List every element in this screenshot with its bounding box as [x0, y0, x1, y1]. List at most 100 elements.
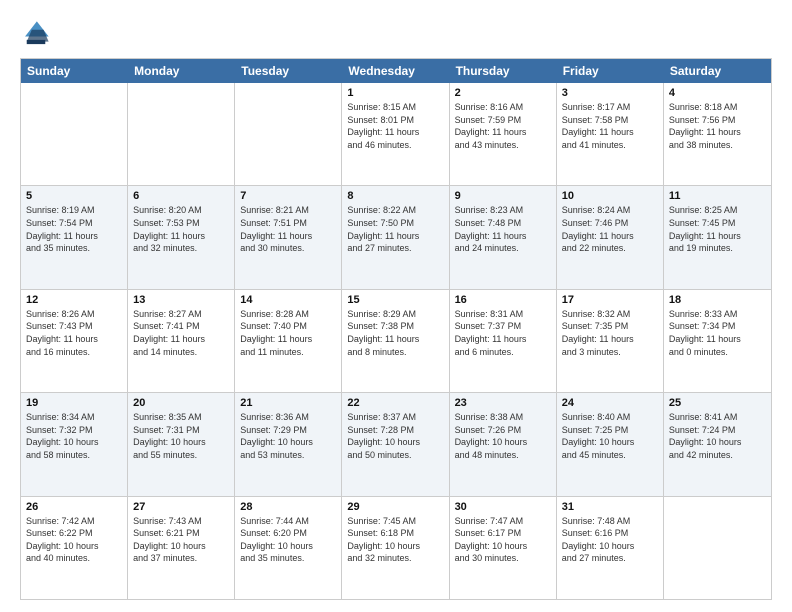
calendar-cell: 14Sunrise: 8:28 AM Sunset: 7:40 PM Dayli…: [235, 290, 342, 392]
cell-info: Sunrise: 8:41 AM Sunset: 7:24 PM Dayligh…: [669, 411, 766, 461]
day-number: 27: [133, 501, 229, 513]
calendar-cell: [21, 83, 128, 185]
day-number: 30: [455, 501, 551, 513]
cell-info: Sunrise: 8:34 AM Sunset: 7:32 PM Dayligh…: [26, 411, 122, 461]
calendar-cell: 2 Sunrise: 8:16 AM Sunset: 7:59 PM Daylig…: [450, 83, 557, 185]
calendar-row: 12 Sunrise: 8:26 AM Sunset: 7:43 PM Dayli…: [21, 290, 771, 393]
calendar-cell: 15 Sunrise: 8:29 AM Sunset: 7:38 PM Dayli…: [342, 290, 449, 392]
day-number: 20: [133, 397, 229, 409]
day-number: 8: [347, 190, 443, 202]
cell-info: Sunrise: 8:22 AM Sunset: 7:50 PM Dayligh…: [347, 204, 443, 254]
cell-info: Sunrise: 8:35 AM Sunset: 7:31 PM Dayligh…: [133, 411, 229, 461]
cell-info: Sunrise: 8:38 AM Sunset: 7:26 PM Dayligh…: [455, 411, 551, 461]
cell-info: Sunrise: 8:33 AM Sunset: 7:34 PM Dayligh…: [669, 308, 766, 358]
cell-info: Sunrise: 7:45 AM Sunset: 6:18 PM Dayligh…: [347, 515, 443, 565]
header-day-saturday: Saturday: [664, 59, 771, 83]
cell-info: Sunrise: 7:42 AM Sunset: 6:22 PM Dayligh…: [26, 515, 122, 565]
cell-info: Sunrise: 7:44 AM Sunset: 6:20 PM Dayligh…: [240, 515, 336, 565]
day-number: 16: [455, 294, 551, 306]
calendar-cell: 4 Sunrise: 8:18 AM Sunset: 7:56 PM Daylig…: [664, 83, 771, 185]
calendar-cell: 9 Sunrise: 8:23 AM Sunset: 7:48 PM Daylig…: [450, 186, 557, 288]
calendar-cell: 28 Sunrise: 7:44 AM Sunset: 6:20 PM Dayli…: [235, 497, 342, 599]
cell-info: Sunrise: 8:26 AM Sunset: 7:43 PM Dayligh…: [26, 308, 122, 358]
cell-info: Sunrise: 8:40 AM Sunset: 7:25 PM Dayligh…: [562, 411, 658, 461]
cell-info: Sunrise: 8:24 AM Sunset: 7:46 PM Dayligh…: [562, 204, 658, 254]
calendar-header: SundayMondayTuesdayWednesdayThursdayFrid…: [21, 59, 771, 83]
calendar-cell: 3Sunrise: 8:17 AM Sunset: 7:58 PM Daylig…: [557, 83, 664, 185]
cell-info: Sunrise: 8:18 AM Sunset: 7:56 PM Dayligh…: [669, 101, 766, 151]
calendar-cell: 20 Sunrise: 8:35 AM Sunset: 7:31 PM Dayli…: [128, 393, 235, 495]
cell-info: Sunrise: 8:37 AM Sunset: 7:28 PM Dayligh…: [347, 411, 443, 461]
calendar-row: 5Sunrise: 8:19 AM Sunset: 7:54 PM Daylig…: [21, 186, 771, 289]
day-number: 18: [669, 294, 766, 306]
day-number: 14: [240, 294, 336, 306]
calendar-body: 1Sunrise: 8:15 AM Sunset: 8:01 PM Daylig…: [21, 83, 771, 599]
day-number: 10: [562, 190, 658, 202]
day-number: 13: [133, 294, 229, 306]
calendar-cell: 5Sunrise: 8:19 AM Sunset: 7:54 PM Daylig…: [21, 186, 128, 288]
calendar-cell: [128, 83, 235, 185]
calendar-cell: 25 Sunrise: 8:41 AM Sunset: 7:24 PM Dayli…: [664, 393, 771, 495]
calendar-cell: 29 Sunrise: 7:45 AM Sunset: 6:18 PM Dayli…: [342, 497, 449, 599]
calendar-cell: [664, 497, 771, 599]
calendar-cell: 27 Sunrise: 7:43 AM Sunset: 6:21 PM Dayli…: [128, 497, 235, 599]
day-number: 29: [347, 501, 443, 513]
header-day-tuesday: Tuesday: [235, 59, 342, 83]
day-number: 6: [133, 190, 229, 202]
calendar-cell: 7 Sunrise: 8:21 AM Sunset: 7:51 PM Daylig…: [235, 186, 342, 288]
day-number: 31: [562, 501, 658, 513]
cell-info: Sunrise: 7:43 AM Sunset: 6:21 PM Dayligh…: [133, 515, 229, 565]
day-number: 3: [562, 87, 658, 99]
calendar-row: 1Sunrise: 8:15 AM Sunset: 8:01 PM Daylig…: [21, 83, 771, 186]
cell-info: Sunrise: 8:23 AM Sunset: 7:48 PM Dayligh…: [455, 204, 551, 254]
calendar-cell: 31 Sunrise: 7:48 AM Sunset: 6:16 PM Dayli…: [557, 497, 664, 599]
calendar-cell: 19 Sunrise: 8:34 AM Sunset: 7:32 PM Dayli…: [21, 393, 128, 495]
logo: [20, 18, 56, 50]
header-day-thursday: Thursday: [450, 59, 557, 83]
day-number: 23: [455, 397, 551, 409]
page: SundayMondayTuesdayWednesdayThursdayFrid…: [0, 0, 792, 612]
calendar-row: 26 Sunrise: 7:42 AM Sunset: 6:22 PM Dayli…: [21, 497, 771, 599]
day-number: 15: [347, 294, 443, 306]
day-number: 22: [347, 397, 443, 409]
cell-info: Sunrise: 8:20 AM Sunset: 7:53 PM Dayligh…: [133, 204, 229, 254]
day-number: 2: [455, 87, 551, 99]
cell-info: Sunrise: 8:21 AM Sunset: 7:51 PM Dayligh…: [240, 204, 336, 254]
calendar-cell: 30 Sunrise: 7:47 AM Sunset: 6:17 PM Dayli…: [450, 497, 557, 599]
cell-info: Sunrise: 8:16 AM Sunset: 7:59 PM Dayligh…: [455, 101, 551, 151]
cell-info: Sunrise: 7:47 AM Sunset: 6:17 PM Dayligh…: [455, 515, 551, 565]
cell-info: Sunrise: 8:29 AM Sunset: 7:38 PM Dayligh…: [347, 308, 443, 358]
logo-icon: [20, 18, 52, 50]
day-number: 5: [26, 190, 122, 202]
day-number: 9: [455, 190, 551, 202]
cell-info: Sunrise: 8:36 AM Sunset: 7:29 PM Dayligh…: [240, 411, 336, 461]
day-number: 28: [240, 501, 336, 513]
day-number: 25: [669, 397, 766, 409]
calendar-cell: 8 Sunrise: 8:22 AM Sunset: 7:50 PM Daylig…: [342, 186, 449, 288]
header-day-friday: Friday: [557, 59, 664, 83]
calendar-cell: 23 Sunrise: 8:38 AM Sunset: 7:26 PM Dayli…: [450, 393, 557, 495]
calendar: SundayMondayTuesdayWednesdayThursdayFrid…: [20, 58, 772, 600]
calendar-cell: [235, 83, 342, 185]
day-number: 17: [562, 294, 658, 306]
calendar-row: 19 Sunrise: 8:34 AM Sunset: 7:32 PM Dayli…: [21, 393, 771, 496]
day-number: 4: [669, 87, 766, 99]
header: [20, 18, 772, 50]
day-number: 1: [347, 87, 443, 99]
day-number: 11: [669, 190, 766, 202]
calendar-cell: 21Sunrise: 8:36 AM Sunset: 7:29 PM Dayli…: [235, 393, 342, 495]
day-number: 26: [26, 501, 122, 513]
header-day-wednesday: Wednesday: [342, 59, 449, 83]
calendar-cell: 16 Sunrise: 8:31 AM Sunset: 7:37 PM Dayli…: [450, 290, 557, 392]
calendar-cell: 17 Sunrise: 8:32 AM Sunset: 7:35 PM Dayli…: [557, 290, 664, 392]
cell-info: Sunrise: 8:32 AM Sunset: 7:35 PM Dayligh…: [562, 308, 658, 358]
day-number: 19: [26, 397, 122, 409]
calendar-cell: 13Sunrise: 8:27 AM Sunset: 7:41 PM Dayli…: [128, 290, 235, 392]
day-number: 7: [240, 190, 336, 202]
cell-info: Sunrise: 8:31 AM Sunset: 7:37 PM Dayligh…: [455, 308, 551, 358]
cell-info: Sunrise: 7:48 AM Sunset: 6:16 PM Dayligh…: [562, 515, 658, 565]
calendar-cell: 18 Sunrise: 8:33 AM Sunset: 7:34 PM Dayli…: [664, 290, 771, 392]
calendar-cell: 6 Sunrise: 8:20 AM Sunset: 7:53 PM Daylig…: [128, 186, 235, 288]
day-number: 12: [26, 294, 122, 306]
calendar-cell: 12 Sunrise: 8:26 AM Sunset: 7:43 PM Dayli…: [21, 290, 128, 392]
